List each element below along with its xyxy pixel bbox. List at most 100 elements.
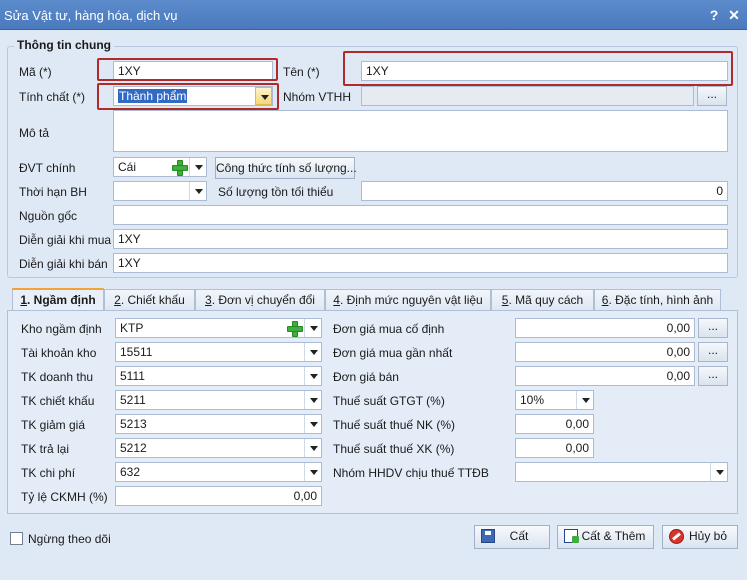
kho-select[interactable]: KTP bbox=[115, 318, 322, 338]
xk-input[interactable]: 0,00 bbox=[515, 438, 594, 458]
add-icon[interactable] bbox=[171, 159, 188, 176]
thoi-han-select[interactable] bbox=[113, 181, 207, 201]
thoi-han-label: Thời hạn BH bbox=[19, 185, 87, 199]
dg-ban-button[interactable]: ... bbox=[698, 366, 728, 386]
mo-ta-label: Mô tả bbox=[19, 126, 50, 140]
tinh-chat-label: Tính chất (*) bbox=[19, 90, 86, 104]
title-bar: Sửa Vật tư, hàng hóa, dịch vụ ? ✕ bbox=[0, 0, 747, 30]
nguon-goc-label: Nguồn gốc bbox=[19, 209, 78, 223]
nhom-input[interactable] bbox=[361, 86, 694, 106]
dg-co-dinh-button[interactable]: ... bbox=[698, 318, 728, 338]
tab-don-vi-chuyen-doi[interactable]: 3. Đơn vị chuyển đổi bbox=[195, 289, 325, 310]
ten-highlight bbox=[343, 51, 733, 86]
nk-label: Thuế suất thuế NK (%) bbox=[333, 418, 456, 432]
ma-label: Mã (*) bbox=[19, 65, 52, 79]
save-add-icon bbox=[564, 529, 579, 543]
chevron-down-icon[interactable] bbox=[304, 415, 321, 433]
tk-chi-phi-value: 632 bbox=[120, 465, 141, 479]
ngung-label: Ngừng theo dõi bbox=[28, 532, 111, 546]
dvt-label: ĐVT chính bbox=[19, 161, 76, 175]
so-luong-input[interactable]: 0 bbox=[361, 181, 728, 201]
kho-value: KTP bbox=[120, 321, 144, 335]
nhom-label: Nhóm VTHH bbox=[283, 90, 352, 104]
save-icon bbox=[481, 529, 495, 543]
tab-chiet-khau[interactable]: 2. Chiết khấu bbox=[104, 289, 195, 310]
tk-chiet-khau-label: TK chiết khấu bbox=[21, 394, 95, 408]
close-button[interactable]: ✕ bbox=[726, 6, 742, 24]
dien-giai-ban-label: Diễn giải khi bán bbox=[19, 257, 108, 271]
tk-chiet-khau-value: 5211 bbox=[120, 393, 146, 407]
ttdb-label: Nhóm HHDV chịu thuế TTĐB bbox=[333, 466, 489, 480]
dvt-value: Cái bbox=[118, 160, 137, 174]
tk-chi-phi-label: TK chi phí bbox=[21, 466, 76, 480]
gtgt-value: 10% bbox=[520, 393, 545, 407]
tinh-chat-highlight bbox=[97, 83, 279, 110]
chevron-down-icon[interactable] bbox=[189, 158, 206, 176]
save-button[interactable]: Cất bbox=[474, 525, 550, 549]
ngung-checkbox[interactable] bbox=[10, 532, 23, 545]
chevron-down-icon[interactable] bbox=[576, 391, 593, 409]
tk-kho-label: Tài khoản kho bbox=[21, 346, 97, 360]
ten-label: Tên (*) bbox=[283, 65, 320, 79]
chevron-down-icon[interactable] bbox=[304, 463, 321, 481]
tk-tra-lai-select[interactable]: 5212 bbox=[115, 438, 322, 458]
tab-dac-tinh[interactable]: 6. Đặc tính, hình ảnh bbox=[594, 289, 721, 310]
dg-co-dinh-label: Đơn giá mua cố định bbox=[333, 322, 445, 336]
dien-giai-mua-input[interactable]: 1XY bbox=[113, 229, 728, 249]
chevron-down-icon[interactable] bbox=[304, 367, 321, 385]
chevron-down-icon[interactable] bbox=[304, 319, 321, 337]
nguon-goc-input[interactable] bbox=[113, 205, 728, 225]
tab-ngam-dinh[interactable]: 1. Ngầm định bbox=[12, 288, 104, 310]
ma-highlight bbox=[97, 58, 278, 81]
chevron-down-icon[interactable] bbox=[304, 391, 321, 409]
tk-kho-select[interactable]: 15511 bbox=[115, 342, 322, 362]
dg-ban-input[interactable]: 0,00 bbox=[515, 366, 695, 386]
tab-panel-ngam-dinh bbox=[7, 310, 738, 514]
dg-ban-label: Đơn giá bán bbox=[333, 370, 399, 384]
gtgt-label: Thuế suất GTGT (%) bbox=[333, 394, 445, 408]
save-label: Cất bbox=[509, 529, 529, 543]
dg-co-dinh-input[interactable]: 0,00 bbox=[515, 318, 695, 338]
dien-giai-mua-label: Diễn giải khi mua bbox=[19, 233, 112, 247]
save-add-button[interactable]: Cất & Thêm bbox=[557, 525, 654, 549]
tk-giam-gia-label: TK giảm giá bbox=[21, 418, 86, 432]
cancel-icon bbox=[669, 529, 684, 544]
ckmh-label: Tỷ lệ CKMH (%) bbox=[21, 490, 108, 504]
chevron-down-icon[interactable] bbox=[710, 463, 727, 481]
tk-giam-gia-select[interactable]: 5213 bbox=[115, 414, 322, 434]
tk-kho-value: 15511 bbox=[120, 345, 153, 359]
mo-ta-textarea[interactable] bbox=[113, 110, 728, 152]
cancel-button[interactable]: Hủy bỏ bbox=[662, 525, 738, 549]
ttdb-select[interactable] bbox=[515, 462, 728, 482]
window-title: Sửa Vật tư, hàng hóa, dịch vụ bbox=[4, 8, 178, 23]
nhom-browse-button[interactable]: ... bbox=[697, 86, 727, 106]
help-button[interactable]: ? bbox=[706, 6, 722, 24]
dvt-select[interactable]: Cái bbox=[113, 157, 207, 177]
tk-giam-gia-value: 5213 bbox=[120, 417, 147, 431]
gtgt-select[interactable]: 10% bbox=[515, 390, 594, 410]
so-luong-label: Số lượng tồn tối thiểu bbox=[218, 185, 334, 199]
dg-gan-nhat-label: Đơn giá mua gần nhất bbox=[333, 346, 453, 360]
tk-tra-lai-label: TK trả lại bbox=[21, 442, 70, 456]
tab-dinh-muc[interactable]: 4. Định mức nguyên vật liệu bbox=[325, 289, 491, 310]
chevron-down-icon[interactable] bbox=[304, 439, 321, 457]
chevron-down-icon[interactable] bbox=[304, 343, 321, 361]
general-info-title: Thông tin chung bbox=[14, 38, 114, 52]
nk-input[interactable]: 0,00 bbox=[515, 414, 594, 434]
tk-chiet-khau-select[interactable]: 5211 bbox=[115, 390, 322, 410]
tk-doanh-thu-value: 5111 bbox=[120, 369, 145, 383]
xk-label: Thuế suất thuế XK (%) bbox=[333, 442, 455, 456]
tk-chi-phi-select[interactable]: 632 bbox=[115, 462, 322, 482]
dg-gan-nhat-input[interactable]: 0,00 bbox=[515, 342, 695, 362]
tk-tra-lai-value: 5212 bbox=[120, 441, 147, 455]
tab-ma-quy-cach[interactable]: 5. Mã quy cách bbox=[491, 289, 594, 310]
ckmh-input[interactable]: 0,00 bbox=[115, 486, 322, 506]
kho-label: Kho ngầm định bbox=[21, 322, 102, 336]
tk-doanh-thu-select[interactable]: 5111 bbox=[115, 366, 322, 386]
dg-gan-nhat-button[interactable]: ... bbox=[698, 342, 728, 362]
add-icon[interactable] bbox=[286, 320, 303, 337]
chevron-down-icon[interactable] bbox=[189, 182, 206, 200]
tk-doanh-thu-label: TK doanh thu bbox=[21, 370, 94, 384]
cong-thuc-button[interactable]: Công thức tính số lượng... bbox=[215, 157, 357, 179]
dien-giai-ban-input[interactable]: 1XY bbox=[113, 253, 728, 273]
